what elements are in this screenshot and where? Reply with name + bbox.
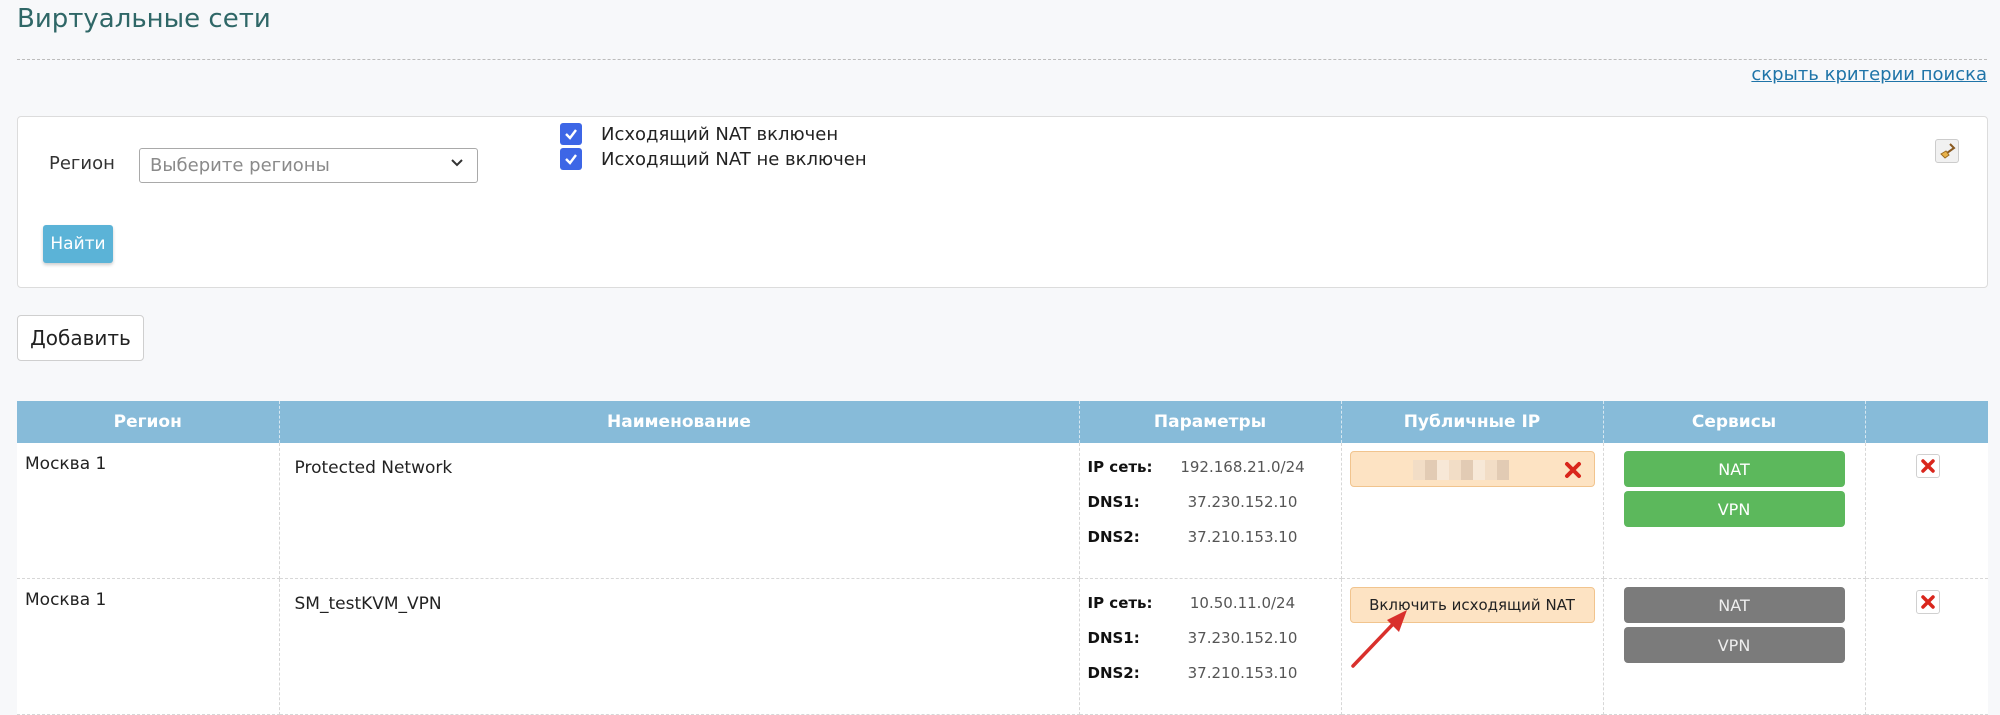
vpn-service-button[interactable]: VPN <box>1623 491 1845 527</box>
nat-enabled-checkbox-row[interactable]: Исходящий NAT включен <box>560 123 838 145</box>
checkmark-icon <box>565 154 577 165</box>
delete-network-button[interactable] <box>1915 590 1940 614</box>
param-row: DNS2: 37.210.153.10 <box>1088 528 1333 563</box>
search-button[interactable]: Найти <box>43 225 113 263</box>
add-network-button[interactable]: Добавить <box>17 315 144 361</box>
param-key: IP сеть: <box>1087 594 1153 612</box>
services-cell: NAT VPN <box>1603 443 1866 579</box>
title-divider <box>17 59 1987 60</box>
params-cell: IP сеть: 10.50.11.0/24 DNS1: 37.230.152.… <box>1079 578 1342 715</box>
param-key: DNS2: <box>1087 664 1140 682</box>
table-header-row: Регион Наименование Параметры Публичные … <box>17 401 1988 443</box>
close-icon <box>1920 595 1935 609</box>
column-header-params[interactable]: Параметры <box>1079 401 1342 443</box>
param-row: DNS1: 37.230.152.10 <box>1088 493 1333 528</box>
param-key: DNS2: <box>1087 528 1140 546</box>
param-key: IP сеть: <box>1087 458 1153 476</box>
param-row: DNS2: 37.210.153.10 <box>1088 664 1333 699</box>
param-key: DNS1: <box>1087 629 1140 647</box>
region-select-placeholder: Выберите регионы <box>150 155 330 176</box>
networks-table: Регион Наименование Параметры Публичные … <box>17 401 1988 715</box>
param-value: 37.210.153.10 <box>1187 664 1298 682</box>
region-select[interactable]: Выберите регионы <box>139 148 478 183</box>
public-ip-cell <box>1341 443 1604 579</box>
nat-service-button[interactable]: NAT <box>1623 587 1845 623</box>
checkmark-icon <box>565 129 577 140</box>
nat-enabled-checkbox[interactable] <box>560 123 582 145</box>
nat-disabled-checkbox[interactable] <box>560 148 582 170</box>
network-name-cell[interactable]: SM_testKVM_VPN <box>279 578 1080 715</box>
remove-ip-icon[interactable] <box>1564 461 1582 479</box>
vpn-service-button[interactable]: VPN <box>1623 627 1845 663</box>
params-cell: IP сеть: 192.168.21.0/24 DNS1: 37.230.15… <box>1079 443 1342 579</box>
page-title: Виртуальные сети <box>17 4 271 34</box>
filter-panel: Регион Выберите регионы Исходящий NAT вк… <box>17 116 1988 288</box>
param-value: 37.210.153.10 <box>1187 528 1298 546</box>
table-row: Москва 1 SM_testKVM_VPN IP сеть: 10.50.1… <box>17 578 1988 715</box>
param-row: DNS1: 37.230.152.10 <box>1088 629 1333 664</box>
column-header-region[interactable]: Регион <box>17 401 280 443</box>
annotation-arrow-icon <box>1351 610 1407 668</box>
public-ip-pill <box>1349 451 1595 487</box>
actions-cell <box>1865 578 1988 715</box>
broom-icon[interactable] <box>1935 139 1959 163</box>
column-header-name[interactable]: Наименование <box>279 401 1080 443</box>
close-icon <box>1920 459 1935 473</box>
param-key: DNS1: <box>1087 493 1140 511</box>
param-row: IP сеть: 10.50.11.0/24 <box>1088 594 1333 629</box>
column-header-public-ip[interactable]: Публичные IP <box>1341 401 1604 443</box>
region-label: Регион <box>49 153 115 174</box>
param-value: 10.50.11.0/24 <box>1189 594 1296 612</box>
toggle-search-criteria-link[interactable]: скрыть критерии поиска <box>1751 64 1987 85</box>
param-value: 37.230.152.10 <box>1187 629 1298 647</box>
nat-disabled-checkbox-row[interactable]: Исходящий NAT не включен <box>560 148 867 170</box>
region-cell: Москва 1 <box>17 443 280 579</box>
services-cell: NAT VPN <box>1603 578 1866 715</box>
actions-cell <box>1865 443 1988 579</box>
column-header-actions <box>1865 401 1988 443</box>
delete-network-button[interactable] <box>1915 454 1940 478</box>
param-row: IP сеть: 192.168.21.0/24 <box>1088 458 1333 493</box>
param-value: 37.230.152.10 <box>1187 493 1298 511</box>
nat-service-button[interactable]: NAT <box>1623 451 1845 487</box>
blurred-ip-address <box>1412 460 1509 480</box>
nat-disabled-label: Исходящий NAT не включен <box>601 148 867 170</box>
chevron-down-icon <box>451 159 463 167</box>
nat-enabled-label: Исходящий NAT включен <box>601 123 839 145</box>
column-header-services[interactable]: Сервисы <box>1603 401 1866 443</box>
network-name-cell[interactable]: Protected Network <box>279 443 1080 579</box>
region-cell: Москва 1 <box>17 578 280 715</box>
table-row: Москва 1 Protected Network IP сеть: 192.… <box>17 443 1988 579</box>
param-value: 192.168.21.0/24 <box>1180 458 1305 476</box>
